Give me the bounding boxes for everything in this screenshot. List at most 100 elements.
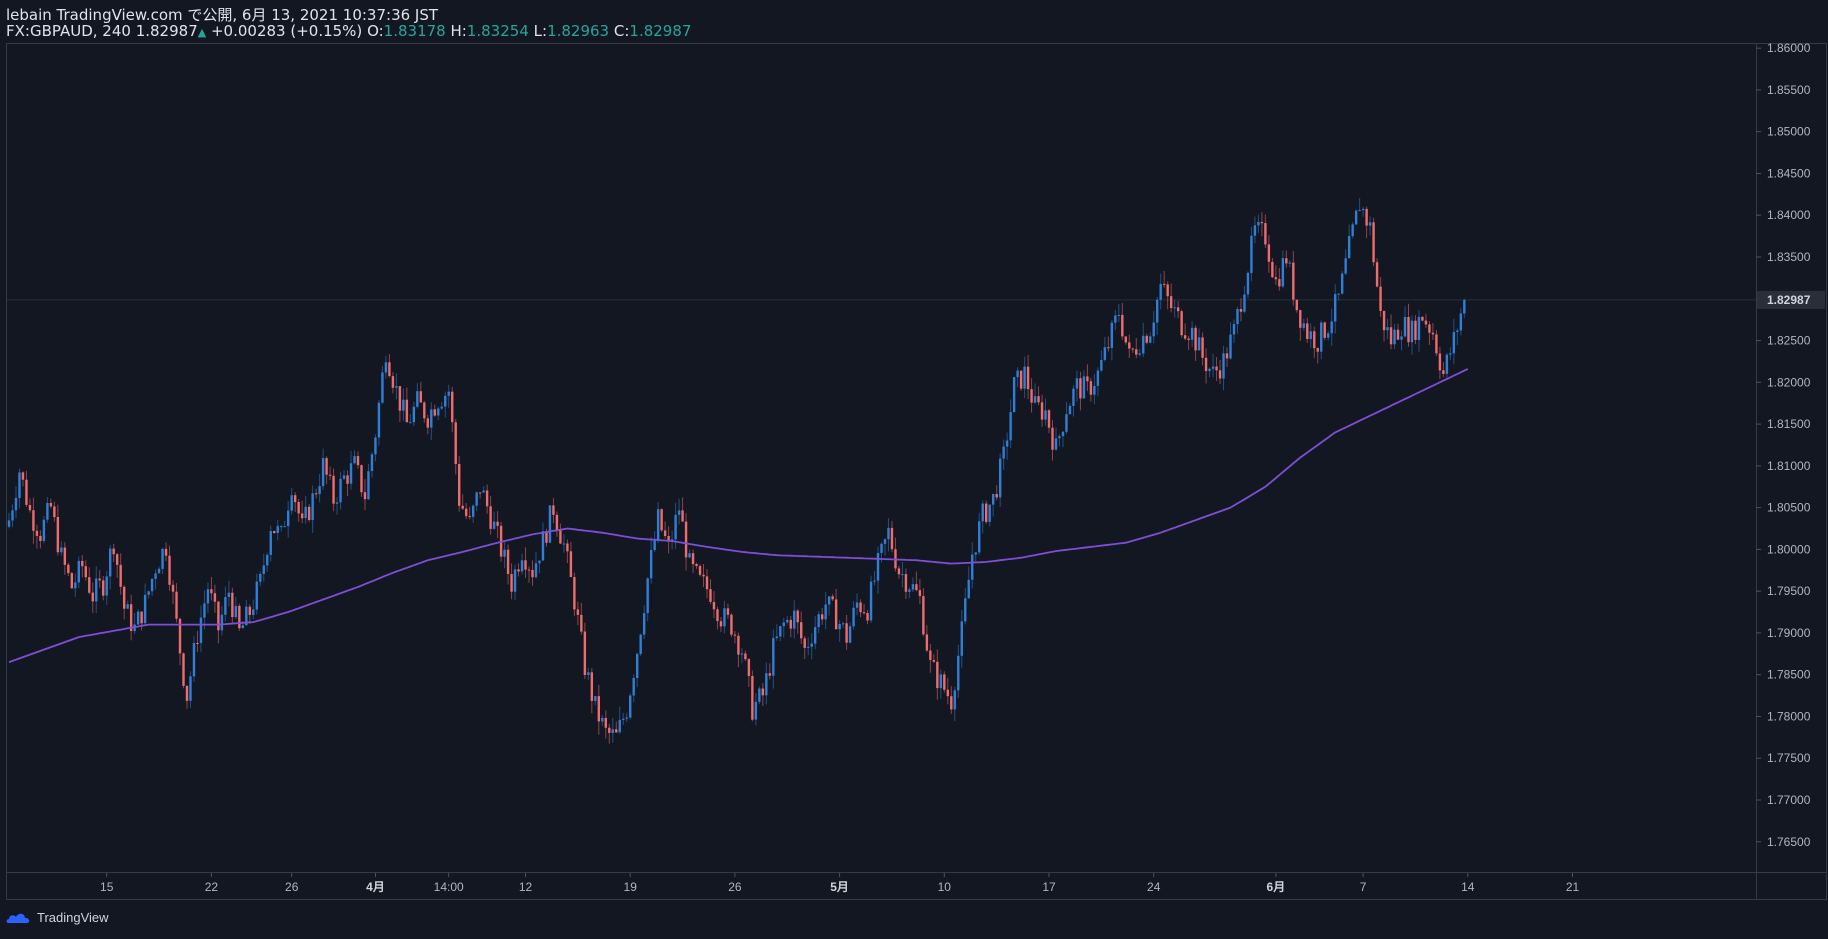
candle (1124, 336, 1127, 345)
candle (845, 615, 848, 650)
candle-body (611, 729, 614, 733)
candle (1306, 317, 1309, 343)
time-tick-label: 10 (938, 880, 952, 894)
candle-body (751, 676, 754, 720)
candle-body (716, 609, 719, 622)
candle-body (199, 617, 203, 643)
candle (1323, 321, 1326, 341)
candle-body (321, 458, 325, 487)
time-tick-label: 22 (205, 880, 219, 894)
candle-body (971, 554, 974, 580)
candle (971, 542, 974, 589)
candle (335, 497, 339, 515)
candle (143, 583, 147, 626)
candle-body (70, 573, 74, 589)
candle-body (1176, 307, 1180, 312)
candle (478, 492, 482, 499)
candle (1354, 209, 1358, 225)
candle (1114, 310, 1117, 330)
candle (1218, 360, 1222, 384)
candle-body (1323, 322, 1326, 338)
candle (1442, 362, 1445, 378)
candle (1138, 348, 1141, 357)
candle (14, 486, 18, 519)
candle-body (1340, 273, 1344, 294)
candle-body (1382, 311, 1386, 331)
candle-body (25, 479, 28, 505)
candle-body (28, 505, 32, 511)
candle (283, 520, 286, 528)
time-axis[interactable]: 15 22 26 4月 14:00 12 19 26 5月 10 17 24 6月 7 14 21 (100, 873, 1579, 894)
candle (1187, 335, 1190, 351)
candle (447, 384, 450, 408)
candle-body (1389, 327, 1393, 345)
candle (953, 686, 956, 721)
candle-body (7, 520, 11, 527)
candle-body (974, 552, 977, 555)
candle (395, 373, 398, 400)
candle-body (105, 576, 108, 596)
candle (660, 508, 663, 532)
candle-body (758, 688, 761, 702)
price-axis[interactable]: 1.76500 1.77000 1.77500 1.78000 1.78500 1.790… (1756, 41, 1811, 849)
candle-body (1204, 357, 1208, 372)
candle-body (311, 493, 314, 521)
candle (1225, 347, 1229, 367)
candle-body (887, 527, 890, 540)
candle (1061, 431, 1065, 448)
footer-brand[interactable]: TradingView (6, 910, 109, 925)
candle (716, 606, 719, 630)
candle (307, 504, 311, 522)
candle-body (1306, 323, 1309, 339)
time-tick-label: 5月 (830, 880, 849, 894)
candle-body (1131, 348, 1134, 350)
candle (918, 579, 922, 605)
candle (636, 652, 639, 688)
candle-body (478, 492, 482, 494)
candle (1135, 338, 1138, 359)
candle (339, 471, 342, 510)
candle (1334, 284, 1337, 334)
candle (981, 500, 984, 534)
candle-body (1166, 284, 1169, 297)
candle (998, 453, 1002, 508)
candle-body (1365, 208, 1368, 226)
candle (1110, 320, 1114, 361)
candle (391, 372, 395, 394)
price-chart[interactable]: 1.76500 1.77000 1.77500 1.78000 1.78500 1.790… (0, 0, 1828, 939)
candle (852, 601, 855, 630)
candle-body (1012, 377, 1016, 413)
candle-body (1456, 330, 1459, 332)
candle (35, 524, 39, 549)
candle (1117, 303, 1121, 323)
candle (772, 629, 775, 689)
candle (991, 493, 995, 517)
candle-body (636, 653, 639, 678)
candle (1201, 332, 1204, 366)
candle-body (1149, 336, 1152, 343)
candle-body (196, 643, 199, 644)
candle-body (335, 502, 339, 504)
candle (88, 567, 91, 595)
candle (534, 552, 538, 579)
candle-body (1232, 324, 1236, 335)
candle (444, 391, 447, 418)
candle (848, 622, 852, 644)
candle (810, 633, 813, 660)
candle (157, 566, 161, 574)
candle-body (1361, 208, 1365, 211)
candle (1012, 376, 1016, 413)
candle (649, 537, 653, 584)
candle-body (569, 551, 573, 577)
candle-body (772, 638, 775, 676)
candle-body (625, 717, 628, 719)
candle-body (1253, 225, 1257, 236)
candle-body (1243, 294, 1246, 312)
candle-body (398, 386, 402, 411)
candle-body (1320, 322, 1323, 352)
candle (506, 544, 510, 585)
candle (768, 663, 772, 680)
candle-body (901, 574, 904, 576)
candle (370, 452, 374, 478)
candle (203, 590, 206, 630)
